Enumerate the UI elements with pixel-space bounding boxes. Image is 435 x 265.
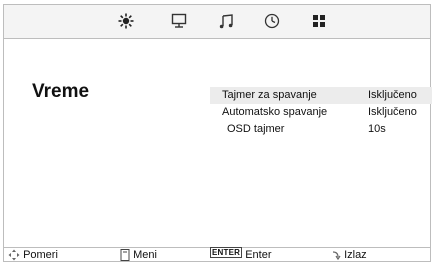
music-note-icon[interactable] [217, 11, 237, 31]
clock-icon[interactable] [262, 11, 282, 31]
menu-item-osd-timer[interactable]: OSD tajmer 10s [210, 121, 432, 138]
key-hints-bar: Pomeri Meni ENTER Enter Izlaz [4, 247, 430, 262]
category-bar [4, 5, 430, 39]
hint-move: Pomeri [8, 249, 58, 261]
hint-menu-label: Meni [133, 249, 157, 261]
menu-item-label: Automatsko spavanje [222, 106, 328, 118]
menu-key-icon [120, 249, 130, 261]
menu-item-sleep-timer[interactable]: Tajmer za spavanje Isključeno [210, 87, 432, 104]
menu-item-value: 10s [368, 123, 386, 135]
menu-item-label: OSD tajmer [227, 123, 285, 135]
sun-icon[interactable] [116, 11, 136, 31]
hint-enter-label: Enter [245, 249, 272, 261]
exit-arrow-icon [332, 251, 341, 261]
settings-list: Tajmer za spavanje Isključeno Automatsko… [210, 87, 432, 138]
menu-item-value: Isključeno [368, 89, 417, 101]
hint-enter: ENTER Enter [210, 247, 272, 261]
menu-item-label: Tajmer za spavanje [222, 89, 317, 101]
grid-icon[interactable] [309, 11, 329, 31]
osd-window: Vreme Tajmer za spavanje Isključeno Auto… [3, 4, 432, 262]
menu-item-value: Isključeno [368, 106, 417, 118]
menu-item-auto-sleep[interactable]: Automatsko spavanje Isključeno [210, 104, 432, 121]
hint-exit: Izlaz [331, 249, 367, 261]
hint-menu: Meni [120, 249, 157, 261]
monitor-icon[interactable] [169, 11, 189, 31]
enter-key-icon: ENTER [210, 247, 243, 258]
hint-exit-label: Izlaz [344, 249, 367, 261]
page-title: Vreme [32, 81, 90, 102]
move-arrows-icon [8, 249, 20, 261]
hint-move-label: Pomeri [23, 249, 58, 261]
